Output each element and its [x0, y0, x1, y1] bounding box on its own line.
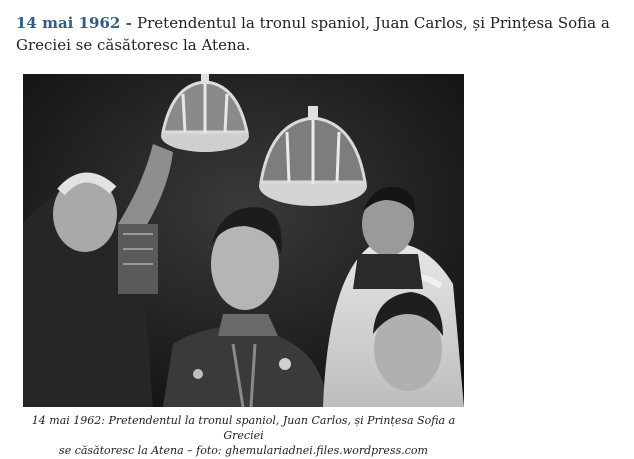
- entry-date: 14 mai 1962: [16, 14, 121, 32]
- caption-line-1: 14 mai 1962: Pretendentul la tronul span…: [31, 414, 456, 442]
- wedding-photo: [23, 74, 464, 407]
- caption-line-2: se căsătoresc la Atena – foto: ghemulari…: [59, 444, 428, 457]
- wedding-photo-illustration: [23, 74, 464, 407]
- entry-paragraph: 14 mai 1962 - Pretendentul la tronul spa…: [16, 12, 626, 56]
- photo-caption: 14 mai 1962: Pretendentul la tronul span…: [23, 413, 464, 458]
- entry-separator: -: [120, 14, 138, 32]
